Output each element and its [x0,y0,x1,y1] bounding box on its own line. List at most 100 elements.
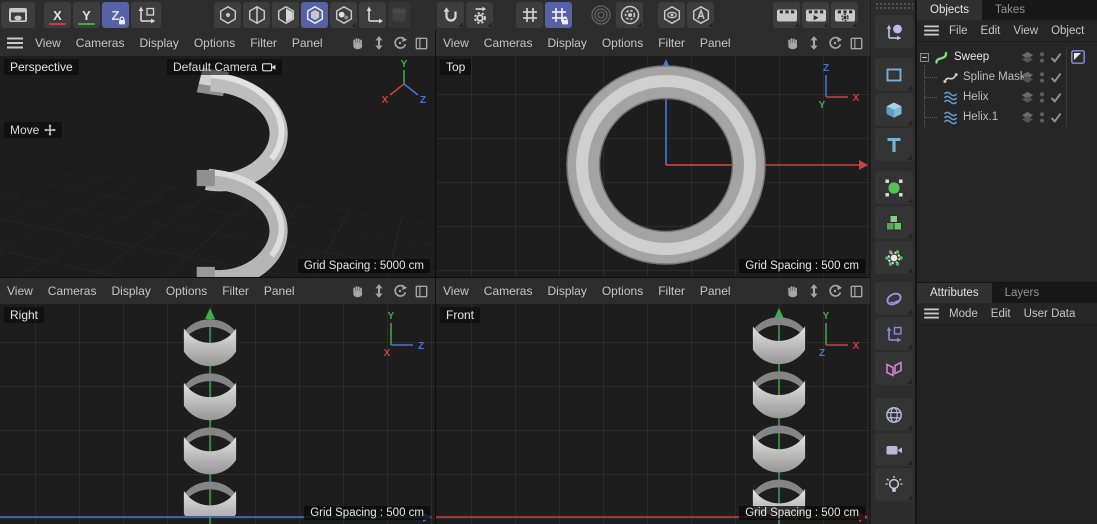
panel-menu-icon[interactable] [924,308,939,319]
simulation-button[interactable] [874,241,913,274]
menu-cameras[interactable]: Cameras [484,36,533,50]
bend-deformer-button[interactable] [874,282,913,315]
points-mode-button[interactable] [214,2,241,28]
tab-layers[interactable]: Layers [992,283,1053,303]
primitive-cube-button[interactable] [874,93,913,126]
lock-z-axis-button[interactable]: Z [102,2,129,28]
snap-options-button[interactable] [616,2,643,28]
menu-cameras[interactable]: Cameras [48,284,97,298]
enable-check-icon[interactable] [1050,52,1062,63]
menu-panel[interactable]: Panel [700,284,731,298]
snap-rings-button[interactable] [587,2,614,28]
axis-mode-button[interactable] [359,2,386,28]
render-view-button[interactable] [773,2,800,28]
object-row-helix-1[interactable]: Helix.1 [917,107,1097,127]
layer-icon[interactable] [1021,91,1034,104]
enable-check-icon[interactable] [1050,72,1062,83]
phong-tag-icon[interactable] [1071,50,1085,64]
viewport-top-canvas[interactable]: Top Z X Y Grid Spacing : 500 cm [436,56,870,277]
viewport-front-canvas[interactable]: Front Y X Z Grid Spacing : 500 cm [436,304,870,524]
disabled-slot-button[interactable] [388,2,410,28]
collapse-expander-icon[interactable] [920,52,929,62]
visibility-dots-icon[interactable] [1038,91,1046,104]
lock-y-axis-button[interactable]: Y [73,2,100,28]
layer-icon[interactable] [1021,51,1034,64]
enable-check-icon[interactable] [1050,112,1062,123]
spline-pen-button[interactable] [874,15,913,48]
pan-view-icon[interactable] [786,284,800,298]
toggle-view-layout-icon[interactable] [850,285,863,298]
menu-filter[interactable]: Filter [658,36,685,50]
menu-cameras[interactable]: Cameras [76,36,125,50]
visibility-dots-icon[interactable] [1038,51,1046,64]
viewport-right-canvas[interactable]: Right Y Z X Grid Spacing : 500 cm [0,304,435,524]
toggle-view-layout-icon[interactable] [415,37,428,50]
visibility-dots-icon[interactable] [1038,71,1046,84]
panel-menu-icon[interactable] [924,25,939,36]
menu-display[interactable]: Display [547,36,586,50]
pan-view-icon[interactable] [786,36,800,50]
pan-view-icon[interactable] [351,284,365,298]
physical-sky-button[interactable] [874,398,913,431]
spline-primitives-button[interactable] [874,58,913,91]
model-mode-button[interactable] [301,2,328,28]
rotate-view-icon[interactable] [828,284,842,298]
menu-object[interactable]: Object [1051,25,1084,37]
edit-render-settings-button[interactable] [831,2,858,28]
quantize-grid-locked-button[interactable] [545,2,572,28]
tab-takes[interactable]: Takes [982,0,1038,20]
menu-view[interactable]: View [35,36,61,50]
layer-icon[interactable] [1021,111,1034,124]
zoom-view-icon[interactable] [373,36,385,50]
undo-rotate-button[interactable] [437,2,464,28]
rotate-view-icon[interactable] [393,284,407,298]
menu-panel[interactable]: Panel [700,36,731,50]
subdivision-surface-button[interactable] [874,171,913,204]
menu-panel[interactable]: Panel [264,284,295,298]
menu-options[interactable]: Options [194,36,235,50]
menu-filter[interactable]: Filter [222,284,249,298]
lock-x-axis-button[interactable]: X [44,2,71,28]
layer-icon[interactable] [1021,71,1034,84]
axis-workplane-button[interactable] [874,317,913,350]
coordinate-system-button[interactable] [131,2,161,28]
camera-selector[interactable]: Default Camera [167,59,283,75]
menu-view[interactable]: View [7,284,33,298]
viewport-solo-button[interactable] [658,2,685,28]
menu-filter[interactable]: Filter [250,36,277,50]
rotate-view-icon[interactable] [828,36,842,50]
viewport-perspective-canvas[interactable]: Perspective Default Camera Move Y X Z Gr… [0,56,435,277]
render-picture-viewer-button[interactable] [802,2,829,28]
menu-display[interactable]: Display [111,284,150,298]
palette-drag-handle[interactable] [874,2,913,11]
light-button[interactable] [874,468,913,501]
toggle-view-layout-icon[interactable] [850,37,863,50]
menu-edit[interactable]: Edit [991,308,1011,320]
texture-mode-button[interactable] [330,2,357,28]
menu-options[interactable]: Options [166,284,207,298]
menu-user-data[interactable]: User Data [1024,308,1076,320]
menu-view[interactable]: View [1013,25,1038,37]
tab-attributes[interactable]: Attributes [917,283,992,303]
menu-options[interactable]: Options [602,284,643,298]
tab-objects[interactable]: Objects [917,0,982,20]
visibility-dots-icon[interactable] [1038,111,1046,124]
zoom-view-icon[interactable] [808,284,820,298]
pan-view-icon[interactable] [351,36,365,50]
menu-view[interactable]: View [443,284,469,298]
menu-panel[interactable]: Panel [292,36,323,50]
object-row-sweep[interactable]: Sweep [917,47,1097,67]
auto-keying-button[interactable] [687,2,714,28]
menu-display[interactable]: Display [139,36,178,50]
edges-mode-button[interactable] [243,2,270,28]
menu-edit[interactable]: Edit [981,25,1001,37]
polygons-mode-button[interactable] [272,2,299,28]
zoom-view-icon[interactable] [373,284,385,298]
toggle-view-layout-icon[interactable] [415,285,428,298]
tool-options-button[interactable] [466,2,493,28]
symmetry-button[interactable] [874,352,913,385]
volume-builder-button[interactable] [874,206,913,239]
quantize-grid-button[interactable] [516,2,543,28]
menu-file[interactable]: File [949,25,968,37]
motext-button[interactable] [874,128,913,161]
